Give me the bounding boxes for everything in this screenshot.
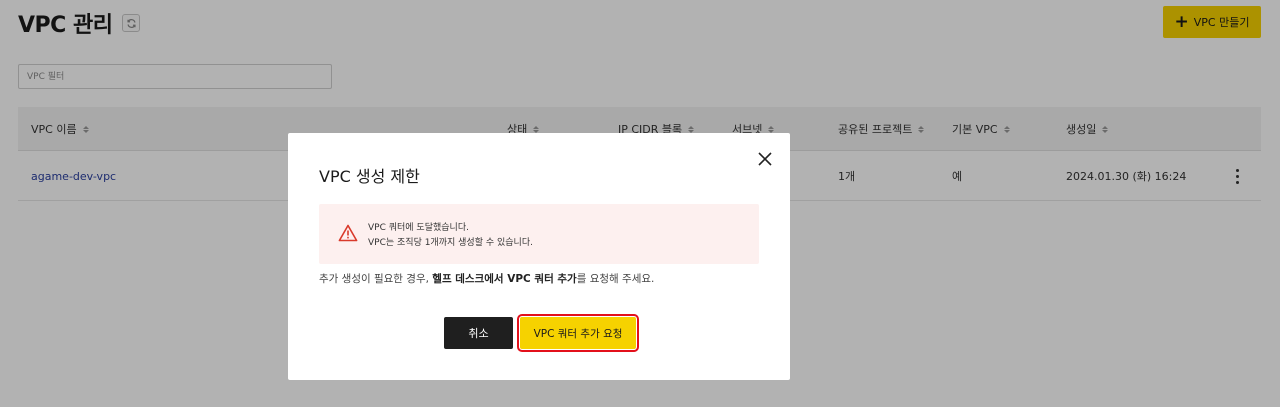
alert-message-line-1: VPC 쿼터에 도달했습니다. xyxy=(368,223,469,233)
alert-message-line-2: VPC는 조직당 1개까지 생성할 수 있습니다. xyxy=(368,238,533,248)
cancel-button[interactable]: 취소 xyxy=(444,317,513,349)
close-button[interactable] xyxy=(756,150,774,168)
warning-icon xyxy=(338,224,358,242)
request-quota-button[interactable]: VPC 쿼터 추가 요청 xyxy=(517,314,639,352)
vpc-limit-modal: VPC 생성 제한 VPC 쿼터에 도달했습니다. VPC는 조직당 1개까지 … xyxy=(288,133,790,380)
description-emphasis: 헬프 데스크에서 VPC 쿼터 추가 xyxy=(432,273,577,285)
modal-description: 추가 생성이 필요한 경우, 헬프 데스크에서 VPC 쿼터 추가를 요청해 주… xyxy=(319,271,654,286)
close-icon xyxy=(758,152,772,166)
description-suffix: 를 요청해 주세요. xyxy=(576,273,655,285)
vpc-management-page: VPC 관리 + VPC 만들기 VPC 이름 상태 IP CI xyxy=(0,0,1280,407)
modal-title: VPC 생성 제한 xyxy=(319,167,420,186)
quota-alert: VPC 쿼터에 도달했습니다. VPC는 조직당 1개까지 생성할 수 있습니다… xyxy=(319,204,759,264)
description-prefix: 추가 생성이 필요한 경우, xyxy=(319,273,433,285)
